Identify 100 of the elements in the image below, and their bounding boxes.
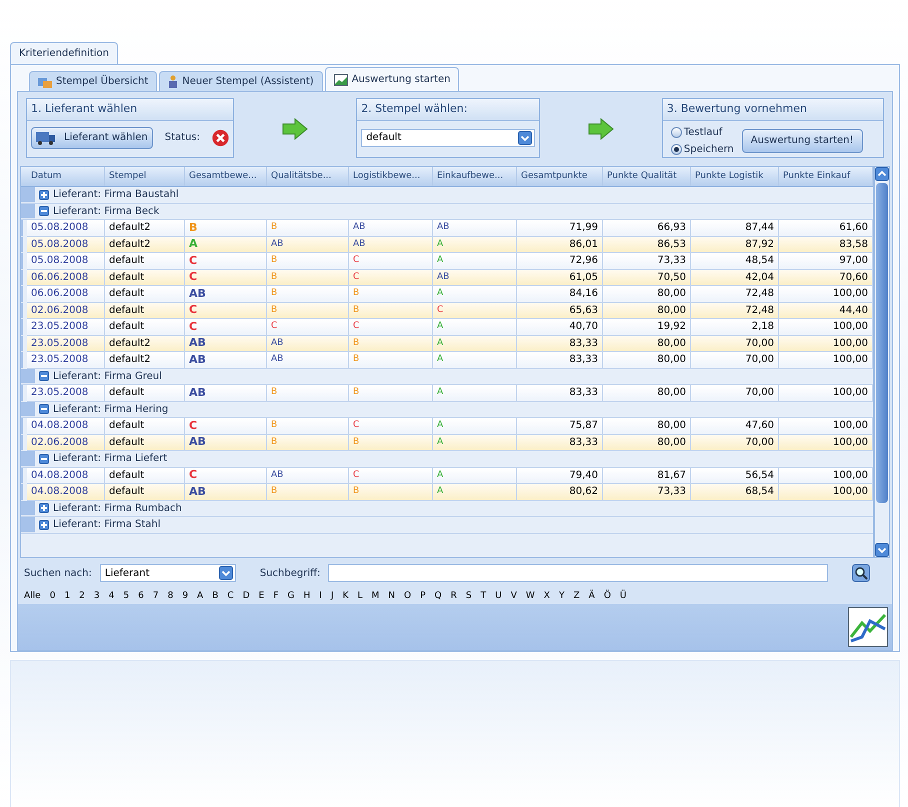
index-link[interactable]: V	[510, 590, 517, 604]
index-link[interactable]: A	[197, 590, 204, 604]
expand-icon[interactable]	[39, 520, 49, 530]
row-header[interactable]	[21, 253, 24, 270]
chevron-up-icon[interactable]	[875, 167, 889, 181]
start-button[interactable]: Auswertung starten!	[742, 128, 863, 152]
index-link[interactable]: 7	[152, 590, 159, 604]
index-link[interactable]: 5	[123, 590, 130, 604]
index-link[interactable]: Ä	[588, 590, 595, 604]
row-header[interactable]	[21, 468, 24, 484]
index-link[interactable]: Ü	[620, 590, 626, 604]
index-link[interactable]: F	[273, 590, 279, 604]
chevron-down-icon[interactable]	[218, 566, 233, 580]
row-header[interactable]	[21, 336, 24, 352]
line-chart-icon[interactable]	[848, 607, 888, 647]
row-header[interactable]	[21, 484, 24, 500]
table-cell: 61,05	[517, 270, 603, 285]
column-header[interactable]: Gesamtbewe...	[185, 167, 267, 186]
search-icon[interactable]	[852, 564, 870, 582]
collapse-icon[interactable]	[39, 404, 49, 414]
table-cell: default	[105, 385, 185, 400]
index-link[interactable]: H	[304, 590, 310, 604]
outer-tab[interactable]: Kriteriendefinition	[10, 42, 118, 64]
index-link[interactable]: T	[480, 590, 486, 604]
column-header[interactable]: Punkte Einkauf	[779, 167, 873, 186]
index-link[interactable]: Z	[573, 590, 580, 604]
row-header[interactable]	[21, 302, 24, 319]
status-label: Status:	[164, 131, 200, 145]
table-cell: 100,00	[779, 336, 873, 351]
tab[interactable]: Stempel Übersicht	[29, 71, 158, 91]
table-cell: 100,00	[779, 352, 873, 368]
row-header[interactable]	[21, 434, 24, 451]
supplier-button[interactable]: Lieferant wählen	[31, 126, 153, 148]
index-link[interactable]: X	[544, 590, 550, 604]
collapse-icon[interactable]	[39, 371, 49, 382]
chevron-down-icon[interactable]	[518, 130, 532, 144]
index-link[interactable]: E	[258, 590, 264, 604]
table-cell: 19,92	[603, 319, 691, 334]
tab[interactable]: Auswertung starten	[324, 67, 460, 91]
index-link[interactable]: 4	[108, 590, 114, 604]
collapse-icon[interactable]	[39, 206, 49, 216]
index-link[interactable]: M	[372, 590, 380, 604]
column-header[interactable]: Logistikbewe...	[349, 167, 433, 186]
index-link[interactable]: K	[342, 590, 348, 604]
chevron-down-icon[interactable]	[875, 543, 889, 557]
index-link[interactable]: D	[242, 590, 250, 604]
index-link[interactable]: 3	[94, 590, 100, 604]
index-link[interactable]: 0	[50, 590, 56, 604]
index-link[interactable]: L	[358, 590, 363, 604]
row-header[interactable]	[21, 352, 24, 368]
index-link[interactable]: 2	[79, 590, 85, 604]
table-cell: 100,00	[779, 319, 873, 334]
index-link[interactable]: 9	[182, 590, 188, 604]
expand-icon[interactable]	[39, 503, 49, 514]
row-header[interactable]	[21, 270, 24, 286]
row-header[interactable]	[21, 286, 24, 302]
search-input-field[interactable]	[328, 564, 828, 582]
column-header[interactable]: Gesamtpunkte	[517, 167, 603, 186]
column-header[interactable]: Punkte Qualität	[603, 167, 691, 186]
index-link[interactable]: G	[288, 590, 294, 604]
index-link[interactable]: N	[388, 590, 396, 604]
table-cell: 100,00	[779, 434, 873, 450]
index-link[interactable]: 8	[168, 590, 174, 604]
index-link[interactable]: U	[495, 590, 502, 604]
index-link[interactable]: R	[450, 590, 457, 604]
column-header[interactable]: Punkte Logistik	[691, 167, 779, 186]
radio-button[interactable]	[670, 126, 682, 138]
vertical-scrollbar[interactable]	[874, 166, 890, 558]
index-link[interactable]: Ö	[604, 590, 611, 604]
index-link[interactable]: W	[526, 590, 535, 604]
column-header[interactable]: Einkaufbewe...	[433, 167, 517, 186]
index-link[interactable]: B	[212, 590, 218, 604]
row-header[interactable]	[21, 385, 24, 402]
index-link[interactable]: 1	[64, 590, 70, 604]
index-link[interactable]: J	[330, 590, 334, 604]
index-link[interactable]: O	[404, 590, 412, 604]
row-header[interactable]	[21, 418, 24, 434]
row-header[interactable]	[21, 220, 24, 236]
table-cell: 86,53	[603, 236, 691, 252]
row-header[interactable]	[21, 319, 24, 336]
figure-icon	[168, 75, 178, 88]
index-link[interactable]: Q	[434, 590, 442, 604]
row-header[interactable]	[21, 236, 24, 253]
index-link[interactable]: Y	[558, 590, 564, 604]
column-header[interactable]: Datum	[27, 167, 105, 186]
column-header[interactable]: Qualitätsbe...	[267, 167, 349, 186]
collapse-icon[interactable]	[39, 454, 49, 464]
index-link[interactable]: Alle	[24, 590, 41, 604]
stamp-dropdown[interactable]: default	[361, 128, 535, 146]
search-by-dropdown[interactable]: Lieferant	[100, 564, 236, 582]
index-link[interactable]: S	[466, 590, 472, 604]
index-link[interactable]: 6	[138, 590, 144, 604]
radio-button[interactable]	[670, 144, 682, 154]
index-link[interactable]: I	[319, 590, 322, 604]
index-link[interactable]: C	[227, 590, 234, 604]
column-header[interactable]: Stempel	[105, 167, 185, 186]
tab[interactable]: Neuer Stempel (Assistent)	[159, 71, 323, 91]
scrollbar-thumb[interactable]	[876, 183, 888, 503]
expand-icon[interactable]	[39, 190, 49, 200]
index-link[interactable]: P	[420, 590, 426, 604]
